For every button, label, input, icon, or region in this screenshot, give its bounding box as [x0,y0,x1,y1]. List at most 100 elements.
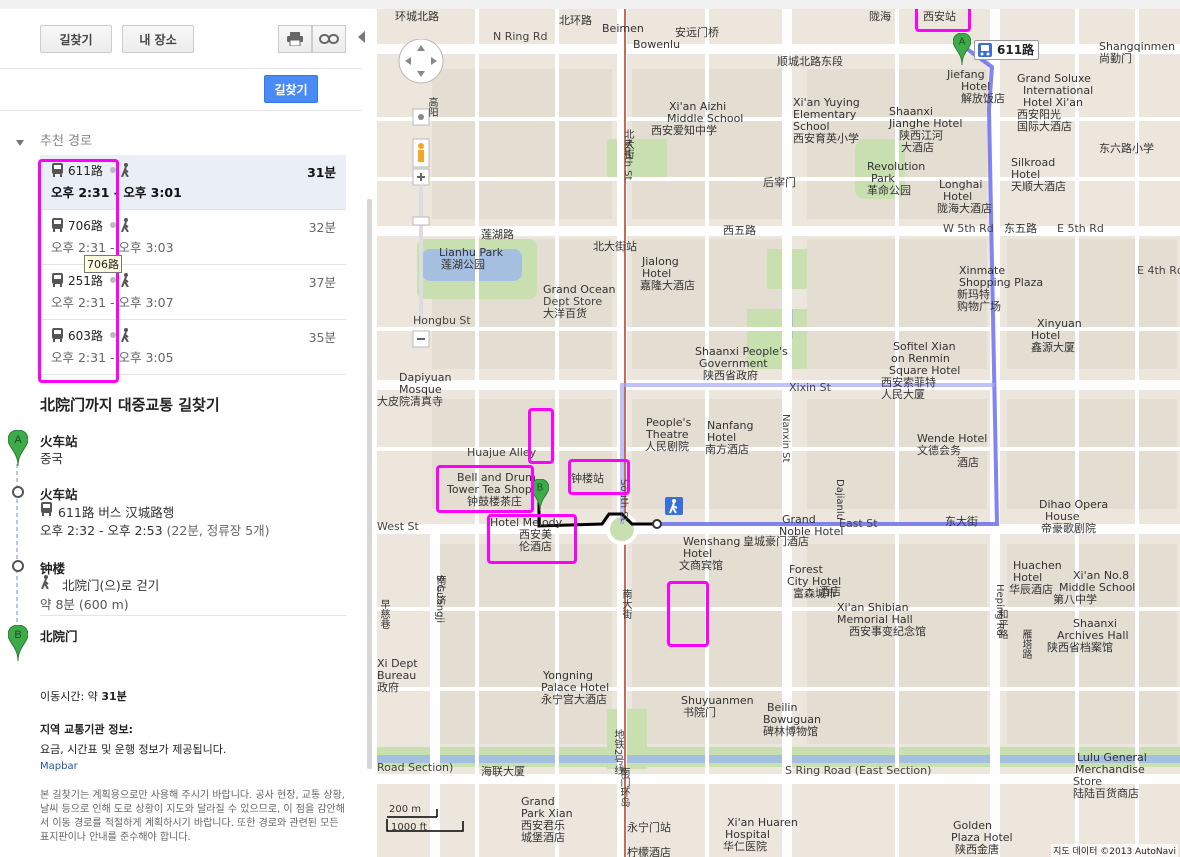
routes-expand-icon[interactable] [16,135,24,149]
map-label: 后宰门 [763,176,796,189]
map-label: 革命公园 [867,184,911,197]
map[interactable]: A 611路 B 环城北路 陇海 西安站 N Ring Rd 北环路 Beimen Bowe… [377,9,1180,857]
svg-text:A: A [959,37,966,48]
walk-transfer-icon[interactable] [665,497,683,515]
map-label: 人民大厦 [881,388,925,401]
svg-text:B: B [14,629,21,641]
map-label: 政府 [377,681,399,694]
map-label: 国际大酒店 [1017,120,1072,133]
map-label: 南大街 [620,589,631,619]
print-icon [287,32,303,46]
map-label: 柠檬酒店 [627,846,671,857]
route-duration: 37분 [308,275,336,290]
map-label: 文商宾馆 [679,559,723,572]
step-board-name: 火车站 [40,487,78,502]
map-label: 人民剧院 [645,440,689,453]
stop-circle-icon [12,486,24,498]
map-label: 海联大厦 [481,765,525,778]
map-label: 和平路 [996,609,1007,639]
map-label: 陕西省政府 [703,369,758,382]
map-label: 莲湖路 [481,228,514,241]
bus-icon [978,43,992,57]
bus-icon [40,502,53,519]
map-label: 购物广场 [957,300,1001,313]
highlight-hotel [487,514,577,564]
step-board-bus: 611路 버스 汉城路행 [58,505,175,520]
directions-button[interactable]: 길찾기 [40,25,112,53]
disclaimer: 본 길찾기는 계획용으로만 사용해 주시기 바랍니다. 공사 현장, 교통 상황… [40,790,345,843]
map-label: 大酒店 [901,141,934,154]
map-label: 皇城豪门酒店 [743,535,809,548]
map-label: 城堡酒店 [521,831,565,844]
route-duration: 31분 [307,165,336,180]
highlight-block [667,581,709,647]
route-badge: 611路 [974,40,1040,60]
map-label: 大洋百货 [543,307,587,320]
map-label: 第八中学 [1053,593,1097,606]
print-button[interactable] [278,25,312,53]
agency-link[interactable]: Mapbar [40,761,78,772]
travel-time: 이동시간: 약 31분 [40,690,127,703]
map-label: N Ring Rd [493,30,548,43]
map-label: Nanxin St [780,414,791,463]
walk-icon [120,328,132,345]
map-label: 酒店 [957,456,979,469]
scale-feet: 1000 ft [391,822,427,833]
map-label: 尚勤门 [1099,52,1132,65]
route-duration: 32분 [308,220,336,235]
map-label: 东大街 [945,515,978,528]
map-label: 北大街 [622,129,633,159]
map-label: 西安事变纪念馆 [849,625,926,638]
map-label: 莲湖公园 [441,258,485,271]
map-label: Xixin St [789,381,831,394]
walk-icon [120,273,132,290]
go-button[interactable]: 길찾기 [264,75,318,103]
map-label: S Ring Road (East Section) [785,764,932,777]
link-icon [319,34,339,44]
map-label: 书院门 [683,706,716,719]
walk-icon [40,575,52,592]
svg-text:B: B [537,483,544,494]
sidebar: 길찾기 내 장소 길찾기 추천 경로 611路 31분 오후 2:31 - 오후 3… [0,9,376,857]
step-board-time: 오후 2:32 - 오후 2:53 (22분, 정류장 5개) [40,523,270,538]
map-label: 陕西省档案馆 [1047,641,1113,654]
map-label: 东五路 [1004,222,1037,235]
map-copyright: 지도 데이터 ©2013 AutoNavi [1051,844,1178,857]
map-label: 西五路 [723,224,756,237]
map-label: 环城北路 [395,10,439,23]
highlight-tea-shop [436,465,534,513]
top-strip [0,0,1180,9]
map-label: Hongbu St [413,314,471,327]
map-label: Huajue Alley [467,446,537,459]
walk-icon [120,218,132,235]
agency-desc: 요금, 시간표 및 운행 정보가 제공됩니다. [40,743,227,756]
map-label: 永宁宫大酒店 [541,693,607,706]
my-places-button[interactable]: 내 장소 [122,25,194,53]
highlight-station [915,9,971,32]
step-origin-country: 중국 [40,451,64,466]
sidebar-scrollbar[interactable] [367,199,372,769]
map-label: West St [377,520,419,533]
marker-a-icon: A [7,429,29,469]
map-label: 酒店 [819,585,841,598]
map-label: 陆陆百货商店 [1073,787,1139,800]
map-label: 帝豪歌剧院 [1041,522,1096,535]
route-duration: 35분 [308,330,336,345]
step-dest-name: 北院门 [40,629,78,644]
map-label: 雁塔路 [1020,629,1031,659]
map-label: 南方酒店 [705,443,749,456]
map-label: 北环路 [559,14,592,27]
map-label: 顺城北路东段 [777,55,843,68]
map-label: 西安育英小学 [793,132,859,145]
map-label: Beimen [602,22,644,35]
link-button[interactable] [312,25,346,53]
walk-icon [120,163,132,180]
agency-title: 지역 교통기관 정보: [40,723,134,736]
stop-circle-icon [12,560,24,572]
map-label: 鑫源大厦 [1031,341,1075,354]
collapse-panel-icon[interactable] [358,31,366,46]
step-walk-dist: 약 8분 (600 m) [40,597,129,612]
step-walk-text: 北院门(으)로 걷기 [62,578,160,593]
map-label: 早慈巷 [378,599,389,629]
map-label: Road Section) [377,761,454,774]
